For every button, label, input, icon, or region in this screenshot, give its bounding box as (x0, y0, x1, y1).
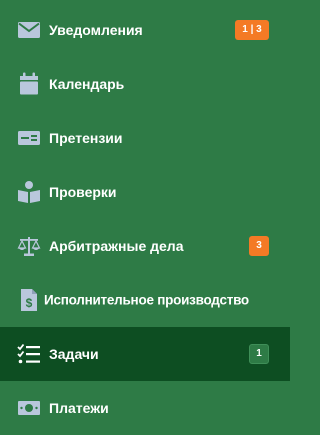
svg-text:$: $ (26, 296, 33, 310)
sidebar-item-label: Проверки (49, 184, 117, 200)
id-card-icon (17, 126, 41, 150)
envelope-icon (17, 18, 41, 42)
sidebar-item-calendar[interactable]: Календарь (0, 57, 290, 111)
sidebar-item-enforcement-proceedings[interactable]: $ Исполнительное производство (0, 273, 290, 327)
task-list-icon (17, 342, 41, 366)
dollar-document-icon: $ (17, 288, 41, 312)
reading-person-icon (17, 180, 41, 204)
sidebar-item-label: Уведомления (49, 22, 143, 38)
sidebar-item-label: Платежи (49, 400, 109, 416)
sidebar: Уведомления 1 | 3 Календарь Претензии Пр… (0, 0, 290, 430)
arbitration-count-badge: 3 (249, 236, 269, 256)
sidebar-item-claims[interactable]: Претензии (0, 111, 290, 165)
sidebar-item-arbitration-cases[interactable]: Арбитражные дела 3 (0, 219, 290, 273)
tasks-count-badge: 1 (249, 344, 269, 364)
sidebar-item-tasks[interactable]: Задачи 1 (0, 327, 290, 381)
sidebar-item-label: Исполнительное производство (44, 292, 249, 308)
sidebar-item-label: Задачи (49, 346, 99, 362)
sidebar-item-label: Арбитражные дела (49, 238, 184, 254)
scales-icon (17, 234, 41, 258)
sidebar-item-label: Календарь (49, 76, 125, 92)
sidebar-item-payments[interactable]: Платежи (0, 381, 290, 435)
sidebar-item-inspections[interactable]: Проверки (0, 165, 290, 219)
calendar-icon (17, 72, 41, 96)
sidebar-item-notifications[interactable]: Уведомления 1 | 3 (0, 3, 290, 57)
notification-count-badge: 1 | 3 (235, 20, 269, 40)
sidebar-item-label: Претензии (49, 130, 123, 146)
banknote-icon (17, 396, 41, 420)
